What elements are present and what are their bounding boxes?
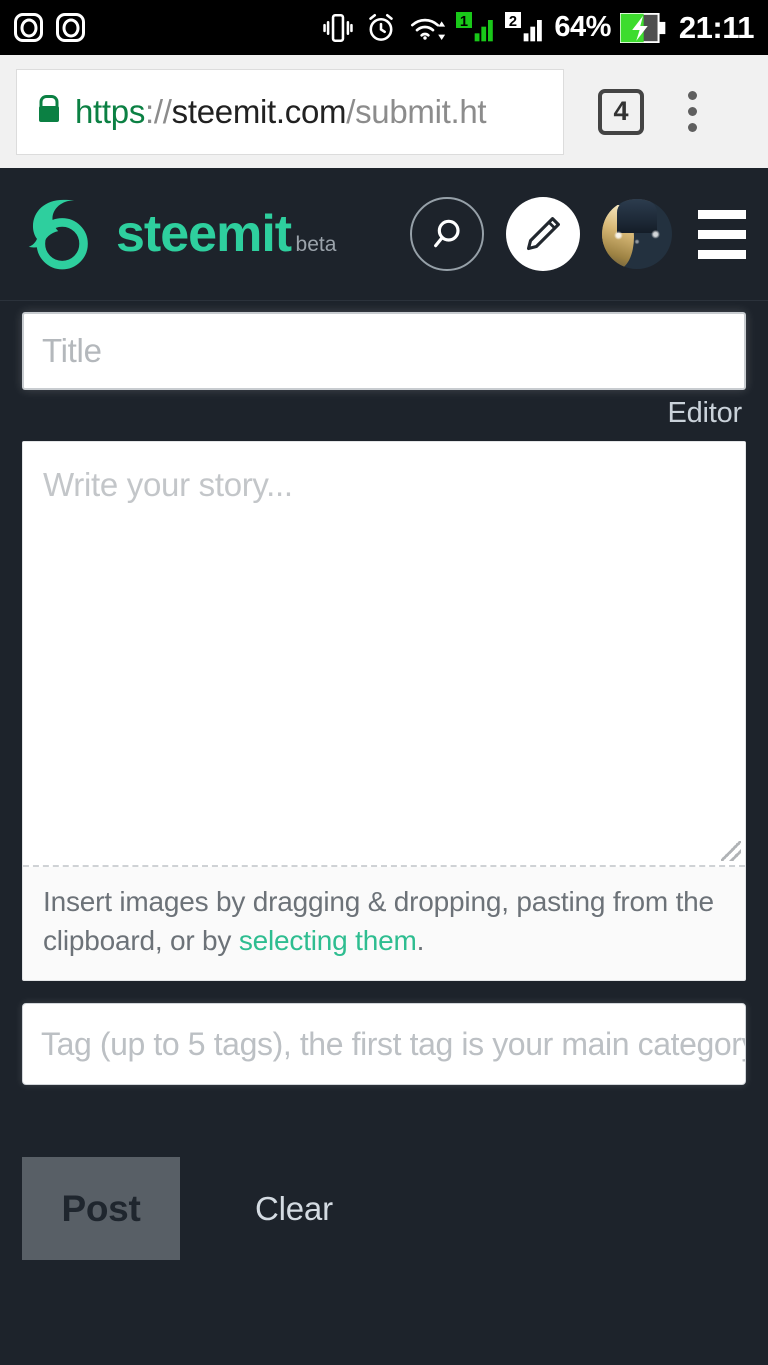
battery-charging-icon (619, 12, 666, 43)
story-textarea[interactable]: Write your story... (23, 442, 745, 867)
image-insert-hint: Insert images by dragging & dropping, pa… (23, 867, 745, 980)
url-host: steemit.com (171, 92, 347, 130)
tag-placeholder: Tag (up to 5 tags), the first tag is you… (41, 1025, 746, 1062)
tag-input[interactable]: Tag (up to 5 tags), the first tag is you… (22, 1003, 746, 1086)
select-images-link[interactable]: selecting them (239, 925, 417, 956)
status-bar-system-icons: 1 2 64% 21:11 (321, 9, 755, 46)
brand-label: steemit (116, 205, 292, 263)
post-button[interactable]: Post (22, 1157, 180, 1261)
title-placeholder: Title (42, 332, 102, 369)
instagram-icon (14, 13, 43, 42)
textarea-resize-handle[interactable] (721, 841, 741, 861)
url-text: https://steemit.com/submit.ht (75, 92, 487, 131)
url-separator: :// (145, 92, 172, 130)
battery-percent-label: 64% (554, 11, 611, 43)
search-icon[interactable] (410, 197, 484, 271)
browser-toolbar: https://steemit.com/submit.ht 4 (0, 55, 768, 168)
hint-suffix: . (416, 924, 425, 956)
brand-block: steemit beta (116, 208, 336, 260)
story-editor-card: Write your story... Insert images by dra… (22, 441, 746, 982)
kebab-menu-icon[interactable] (688, 91, 697, 132)
vibrate-icon (321, 11, 355, 45)
editor-toggle-row: Editor (22, 397, 746, 430)
steemit-logo-icon (22, 195, 100, 273)
wifi-icon (407, 11, 447, 45)
status-bar: 1 2 64% 21:11 (0, 0, 768, 55)
url-scheme: https (75, 92, 146, 130)
clear-button[interactable]: Clear (255, 1190, 333, 1228)
tab-counter-button[interactable]: 4 (598, 88, 644, 135)
hamburger-menu-icon[interactable] (698, 209, 746, 259)
svg-text:1: 1 (460, 14, 468, 30)
signal-2-icon: 2 (505, 11, 545, 45)
steemit-logo-link[interactable]: steemit beta (22, 195, 336, 273)
form-actions: Post Clear (22, 1157, 746, 1261)
clock-label: 21:11 (678, 9, 755, 45)
svg-text:2: 2 (509, 14, 517, 30)
phone-screen: 1 2 64% 21:11 https://steemit.com/submit… (0, 0, 768, 1365)
signal-1-icon: 1 (456, 11, 496, 45)
beta-label: beta (295, 233, 337, 256)
submit-post-form: Title Editor Write your story... Insert … (0, 301, 768, 1261)
alarm-icon (364, 11, 398, 45)
avatar[interactable] (602, 199, 672, 269)
lock-icon (39, 105, 59, 122)
instagram-icon (56, 13, 85, 42)
site-header: steemit beta (0, 168, 768, 301)
story-placeholder: Write your story... (43, 466, 293, 503)
editor-toggle-link[interactable]: Editor (667, 397, 742, 430)
url-path: /submit.ht (346, 92, 487, 130)
title-input[interactable]: Title (22, 312, 746, 390)
pencil-icon[interactable] (506, 197, 580, 271)
address-bar[interactable]: https://steemit.com/submit.ht (16, 68, 564, 155)
header-actions (410, 197, 746, 271)
status-bar-notifications (14, 13, 85, 42)
